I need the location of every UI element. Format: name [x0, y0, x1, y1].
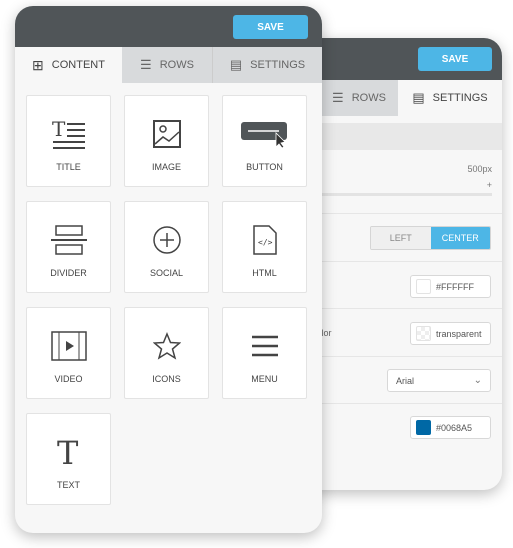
block-divider[interactable]: DIVIDER	[26, 201, 111, 293]
save-button[interactable]: SAVE	[233, 15, 308, 39]
color-swatch	[416, 279, 431, 294]
block-html[interactable]: </> HTML	[222, 201, 307, 293]
color-swatch	[416, 420, 431, 435]
align-toggle: LEFT CENTER	[370, 226, 491, 250]
block-image[interactable]: IMAGE	[124, 95, 209, 187]
rows-icon: ☰	[332, 90, 344, 105]
block-social[interactable]: SOCIAL	[124, 201, 209, 293]
html-file-icon: </>	[252, 216, 277, 264]
block-video[interactable]: VIDEO	[26, 307, 111, 399]
svg-text:</>: </>	[258, 238, 273, 247]
block-label: BUTTON	[246, 162, 283, 172]
block-label: DIVIDER	[50, 268, 87, 278]
tab-settings[interactable]: ▤ SETTINGS	[213, 47, 322, 83]
block-label: VIDEO	[54, 374, 83, 384]
save-button[interactable]: SAVE	[418, 47, 492, 71]
align-left[interactable]: LEFT	[371, 227, 431, 249]
tab-label: ROWS	[351, 92, 386, 104]
video-icon	[50, 322, 87, 370]
tab-label: SETTINGS	[432, 92, 488, 104]
block-label: HTML	[252, 268, 277, 278]
title-icon: T	[52, 110, 86, 158]
tab-label: SETTINGS	[250, 59, 306, 71]
image-icon	[152, 110, 181, 158]
block-label: SOCIAL	[149, 268, 183, 278]
divider-icon	[50, 216, 87, 264]
social-plus-icon	[152, 216, 182, 264]
block-label: IMAGE	[151, 162, 181, 172]
width-increase[interactable]: +	[487, 180, 492, 190]
content-panel: SAVE ⊞ CONTENT ☰ ROWS ▤ SETTINGS T TITLE IMA…	[15, 6, 322, 533]
chevron-down-icon: ⌄	[473, 375, 482, 386]
color-value: #0068A5	[436, 422, 473, 433]
bg-color-field[interactable]: #FFFFFF	[410, 275, 491, 298]
text-icon: T	[54, 428, 84, 476]
block-menu[interactable]: MENU	[222, 307, 307, 399]
content-bg-field[interactable]: transparent	[410, 322, 491, 345]
settings-icon: ▤	[412, 90, 425, 105]
font-select[interactable]: Arial ⌄	[387, 369, 491, 392]
block-label: ICONS	[152, 374, 181, 384]
block-text[interactable]: T TEXT	[26, 413, 111, 505]
tab-content[interactable]: ⊞ CONTENT	[15, 47, 122, 83]
tab-rows[interactable]: ☰ ROWS	[122, 47, 213, 83]
color-value: #FFFFFF	[436, 281, 474, 292]
grid-icon: ⊞	[32, 56, 44, 73]
button-icon	[240, 110, 289, 158]
align-center[interactable]: CENTER	[430, 227, 490, 249]
settings-icon: ▤	[229, 57, 243, 72]
width-value: 500px	[467, 164, 492, 174]
svg-text:T: T	[52, 119, 66, 141]
color-value: transparent	[436, 328, 482, 339]
tab-label: ROWS	[159, 59, 194, 71]
rows-icon: ☰	[140, 57, 152, 72]
tab-label: CONTENT	[51, 59, 105, 71]
block-icons[interactable]: ICONS	[124, 307, 209, 399]
block-label: TEXT	[56, 480, 80, 490]
transparent-swatch	[416, 326, 431, 341]
block-title[interactable]: T TITLE	[26, 95, 111, 187]
menu-icon	[251, 322, 279, 370]
link-color-field[interactable]: #0068A5	[410, 416, 491, 439]
block-button[interactable]: BUTTON	[222, 95, 307, 187]
block-label: TITLE	[56, 162, 81, 172]
svg-text:T: T	[57, 436, 79, 468]
tab-settings[interactable]: ▤ SETTINGS	[398, 80, 502, 116]
font-value: Arial	[396, 375, 415, 386]
panel-header: SAVE	[15, 6, 322, 47]
block-label: MENU	[251, 374, 278, 384]
star-icon	[152, 322, 181, 370]
